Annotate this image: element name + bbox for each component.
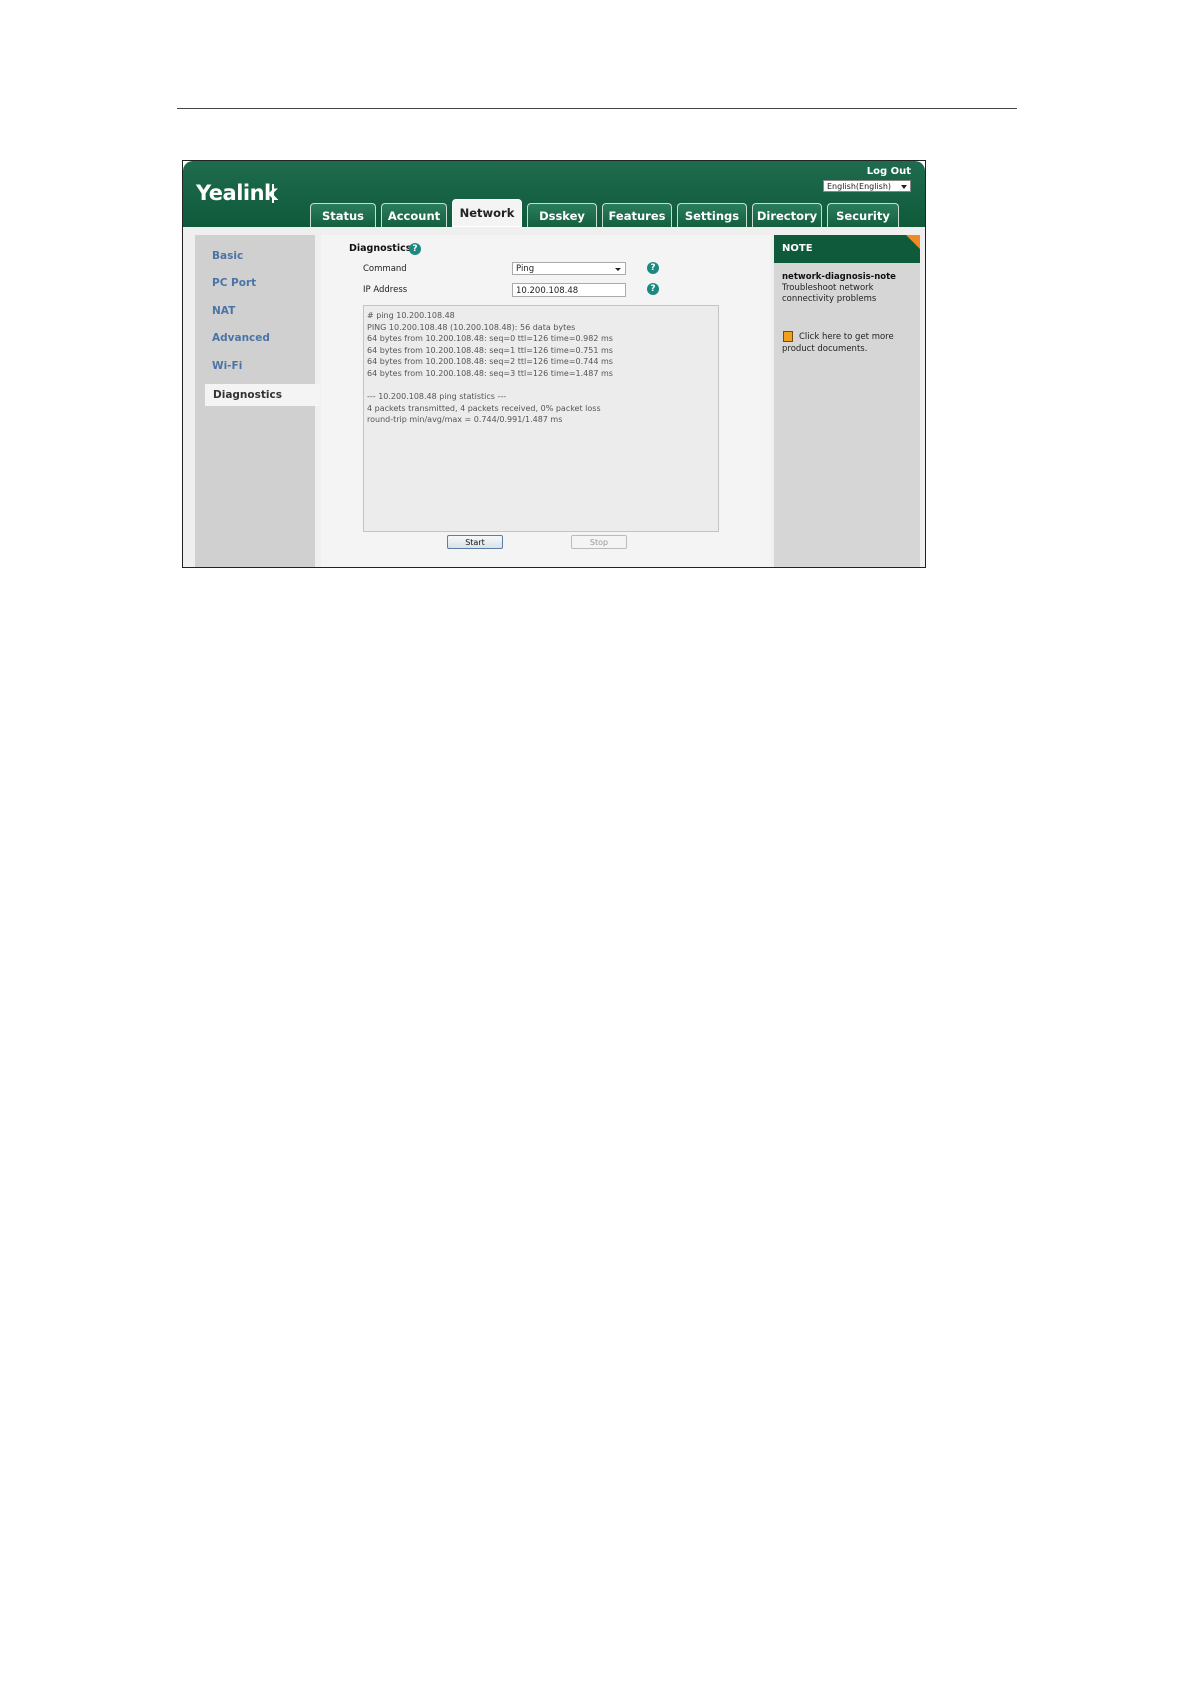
output-line: PING 10.200.108.48 (10.200.108.48): 56 d…: [367, 322, 576, 332]
help-icon[interactable]: ?: [647, 262, 659, 274]
content-area: Basic PC Port NAT Advanced Wi-Fi Diagnos…: [183, 227, 925, 567]
start-button[interactable]: Start: [447, 535, 503, 549]
output-line: round-trip min/avg/max = 0.744/0.991/1.4…: [367, 415, 563, 425]
diagnostics-output: # ping 10.200.108.48 PING 10.200.108.48 …: [363, 305, 719, 532]
page-top-rule: [177, 108, 1017, 109]
note-panel: NOTE network-diagnosis-note Troubleshoot…: [774, 235, 920, 567]
tab-account[interactable]: Account: [381, 203, 447, 227]
document-icon: [783, 331, 793, 342]
note-corner-fold: [906, 235, 920, 249]
chevron-down-icon: [615, 268, 621, 271]
output-line: 64 bytes from 10.200.108.48: seq=0 ttl=1…: [367, 334, 613, 344]
language-select[interactable]: English(English): [823, 180, 911, 192]
sidebar-item-pc-port[interactable]: PC Port: [212, 277, 256, 289]
note-title: network-diagnosis-note: [782, 272, 896, 282]
sidebar: Basic PC Port NAT Advanced Wi-Fi Diagnos…: [195, 235, 320, 567]
sidebar-item-basic[interactable]: Basic: [212, 250, 243, 262]
ip-address-input[interactable]: 10.200.108.48: [512, 283, 626, 297]
section-title: Diagnostics: [349, 243, 412, 254]
note-heading: NOTE: [774, 235, 920, 263]
ip-address-label: IP Address: [363, 285, 408, 295]
output-line: # ping 10.200.108.48: [367, 311, 455, 320]
sidebar-item-nat[interactable]: NAT: [212, 305, 235, 317]
language-value: English(English): [827, 182, 892, 191]
tab-security[interactable]: Security: [827, 203, 899, 227]
output-line: 64 bytes from 10.200.108.48: seq=3 ttl=1…: [367, 368, 613, 378]
command-value: Ping: [516, 264, 535, 274]
stop-button[interactable]: Stop: [571, 535, 627, 549]
sidebar-item-diagnostics[interactable]: Diagnostics: [205, 384, 320, 406]
output-line: 4 packets transmitted, 4 packets receive…: [367, 403, 601, 413]
diagnostics-panel: Diagnostics ? Command Ping ? IP Address …: [321, 235, 771, 567]
logout-link[interactable]: Log Out: [867, 166, 911, 177]
tab-directory[interactable]: Directory: [752, 203, 822, 227]
logo-divider: [272, 184, 274, 203]
note-text: Troubleshoot network connectivity proble…: [782, 283, 877, 304]
yealink-logo: Yealink: [196, 181, 278, 205]
output-line: 64 bytes from 10.200.108.48: seq=2 ttl=1…: [367, 357, 613, 367]
tab-settings[interactable]: Settings: [677, 203, 747, 227]
documents-link[interactable]: Click here to get more product documents…: [782, 331, 912, 355]
chevron-down-icon: [901, 185, 907, 189]
tab-dsskey[interactable]: Dsskey: [527, 203, 597, 227]
output-line: --- 10.200.108.48 ping statistics ---: [367, 392, 507, 402]
output-line: 64 bytes from 10.200.108.48: seq=1 ttl=1…: [367, 345, 613, 355]
command-label: Command: [363, 264, 407, 274]
sidebar-item-wifi[interactable]: Wi-Fi: [212, 360, 242, 372]
browser-window: Yealink Log Out English(English) Status …: [182, 160, 926, 568]
help-icon[interactable]: ?: [409, 243, 421, 255]
tab-network[interactable]: Network: [452, 199, 522, 227]
help-icon[interactable]: ?: [647, 283, 659, 295]
sidebar-item-advanced[interactable]: Advanced: [212, 332, 270, 344]
command-select[interactable]: Ping: [512, 262, 626, 275]
app-header: Yealink Log Out English(English) Status …: [183, 161, 925, 227]
tab-status[interactable]: Status: [310, 203, 376, 227]
tab-features[interactable]: Features: [602, 203, 672, 227]
